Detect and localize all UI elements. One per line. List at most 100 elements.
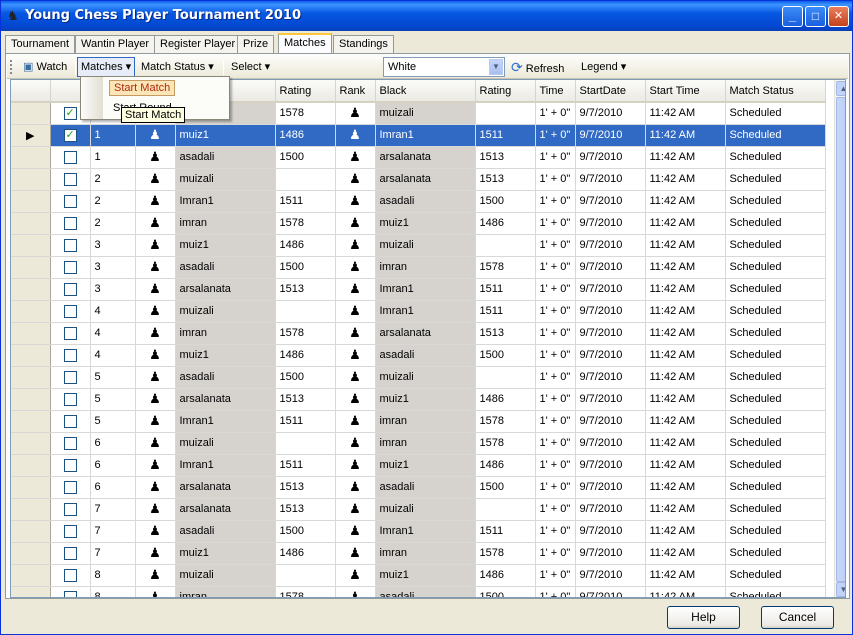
match-checkbox[interactable] [63,194,77,208]
toolbar-grip[interactable] [10,60,13,74]
match-status-cell[interactable]: Scheduled [725,190,826,213]
row-header[interactable] [11,102,51,125]
match-checkbox[interactable] [63,348,77,362]
row-header[interactable] [11,542,51,565]
black-player-cell[interactable]: Imran1 [375,278,476,301]
white-piece-cell[interactable]: ♟ [135,586,176,597]
white-player-cell[interactable]: imran [175,586,276,597]
select-checkbox-cell[interactable] [50,410,91,433]
table-row[interactable]: 3 ♟ arsalanata 1513 ♟ Imran1 1511 1' + 0" 9/7/20… [11,278,826,301]
row-header[interactable] [11,366,51,389]
start-time-cell[interactable]: 11:42 AM [645,322,726,345]
white-player-cell[interactable]: imran [175,212,276,235]
start-date-cell[interactable]: 9/7/2010 [575,476,646,499]
start-time-cell[interactable]: 11:42 AM [645,256,726,279]
black-piece-cell[interactable]: ♟ [335,542,376,565]
black-player-cell[interactable]: arsalanata [375,168,476,191]
table-row[interactable]: 4 ♟ muizali ♟ Imran1 1511 1' + 0" 9/7/2010 11:42… [11,300,826,323]
color-select[interactable]: White ▼ [383,57,505,77]
col-header-start-date[interactable]: StartDate [575,80,646,103]
scroll-up-icon[interactable]: ▲ [836,81,845,96]
watch-button[interactable]: ▣ Watch [19,57,71,77]
tab-prize[interactable]: Prize [237,35,275,54]
black-piece-cell[interactable]: ♟ [335,146,376,169]
start-date-cell[interactable]: 9/7/2010 [575,234,646,257]
table-row[interactable]: 8 ♟ imran 1578 ♟ asadali 1500 1' + 0" 9/7/2010 11… [11,586,826,597]
white-rating-cell[interactable]: 1511 [275,190,336,213]
match-status-cell[interactable]: Scheduled [725,234,826,257]
time-cell[interactable]: 1' + 0" [535,102,576,125]
select-checkbox-cell[interactable] [50,212,91,235]
black-player-cell[interactable]: asadali [375,476,476,499]
start-time-cell[interactable]: 11:42 AM [645,454,726,477]
tab-register-player[interactable]: Register Player [154,35,242,54]
select-checkbox-cell[interactable] [50,564,91,587]
black-piece-cell[interactable]: ♟ [335,168,376,191]
match-status-cell[interactable]: Scheduled [725,322,826,345]
table-row[interactable]: 5 ♟ arsalanata 1513 ♟ muiz1 1486 1' + 0" 9/7/201… [11,388,826,411]
match-checkbox[interactable] [63,150,77,164]
white-player-cell[interactable]: arsalanata [175,278,276,301]
time-cell[interactable]: 1' + 0" [535,190,576,213]
table-row[interactable]: 1 ♟ asadali 1500 ♟ arsalanata 1513 1' + 0" 9/7/2… [11,146,826,169]
row-header[interactable] [11,300,51,323]
time-cell[interactable]: 1' + 0" [535,300,576,323]
match-status-cell[interactable]: Scheduled [725,432,826,455]
white-player-cell[interactable]: asadali [175,146,276,169]
white-rating-cell[interactable]: 1500 [275,520,336,543]
match-status-cell[interactable]: Scheduled [725,410,826,433]
start-time-cell[interactable]: 11:42 AM [645,344,726,367]
black-player-cell[interactable]: muizali [375,366,476,389]
match-status-cell[interactable]: Scheduled [725,344,826,367]
black-piece-cell[interactable]: ♟ [335,476,376,499]
white-rating-cell[interactable]: 1578 [275,586,336,597]
match-status-menu-button[interactable]: Match Status ▾ [137,57,218,77]
row-header[interactable] [11,234,51,257]
match-status-cell[interactable]: Scheduled [725,124,826,147]
start-date-cell[interactable]: 9/7/2010 [575,542,646,565]
start-date-cell[interactable]: 9/7/2010 [575,278,646,301]
time-cell[interactable]: 1' + 0" [535,432,576,455]
match-checkbox[interactable] [63,436,77,450]
round-cell[interactable]: 6 [90,454,136,477]
round-cell[interactable]: 6 [90,432,136,455]
round-cell[interactable]: 8 [90,564,136,587]
match-checkbox[interactable] [63,568,77,582]
row-header[interactable] [11,146,51,169]
round-cell[interactable]: 8 [90,586,136,597]
match-checkbox[interactable] [63,260,77,274]
cancel-button[interactable]: Cancel [761,606,834,629]
white-player-cell[interactable]: imran [175,322,276,345]
white-piece-cell[interactable]: ♟ [135,476,176,499]
round-cell[interactable]: 5 [90,366,136,389]
start-date-cell[interactable]: 9/7/2010 [575,344,646,367]
select-checkbox-cell[interactable] [50,168,91,191]
black-piece-cell[interactable]: ♟ [335,388,376,411]
select-checkbox-cell[interactable] [50,278,91,301]
black-rating-cell[interactable]: 1513 [475,322,536,345]
col-header-white-rating[interactable]: Rating [275,80,336,103]
select-checkbox-cell[interactable] [50,322,91,345]
round-cell[interactable]: 2 [90,190,136,213]
black-rating-cell[interactable]: 1486 [475,212,536,235]
round-cell[interactable]: 3 [90,278,136,301]
scrollbar-thumb[interactable] [836,97,845,582]
refresh-button[interactable]: ⟳ Refresh [507,57,568,77]
time-cell[interactable]: 1' + 0" [535,564,576,587]
time-cell[interactable]: 1' + 0" [535,212,576,235]
table-row[interactable]: 7 ♟ muiz1 1486 ♟ imran 1578 1' + 0" 9/7/2010 11:4… [11,542,826,565]
black-piece-cell[interactable]: ♟ [335,520,376,543]
white-player-cell[interactable]: muiz1 [175,344,276,367]
black-rating-cell[interactable]: 1486 [475,564,536,587]
select-checkbox-cell[interactable] [50,586,91,597]
matches-menu-button[interactable]: Matches ▾ [77,57,136,77]
white-rating-cell[interactable]: 1486 [275,344,336,367]
white-player-cell[interactable]: asadali [175,520,276,543]
black-rating-cell[interactable]: 1500 [475,476,536,499]
table-row[interactable]: 2 ♟ muizali ♟ arsalanata 1513 1' + 0" 9/7/2010 1… [11,168,826,191]
table-row[interactable]: 2 ♟ imran 1578 ♟ muiz1 1486 1' + 0" 9/7/2010 11:4… [11,212,826,235]
match-status-cell[interactable]: Scheduled [725,146,826,169]
match-status-cell[interactable]: Scheduled [725,212,826,235]
match-checkbox[interactable] [63,304,77,318]
white-piece-cell[interactable]: ♟ [135,146,176,169]
